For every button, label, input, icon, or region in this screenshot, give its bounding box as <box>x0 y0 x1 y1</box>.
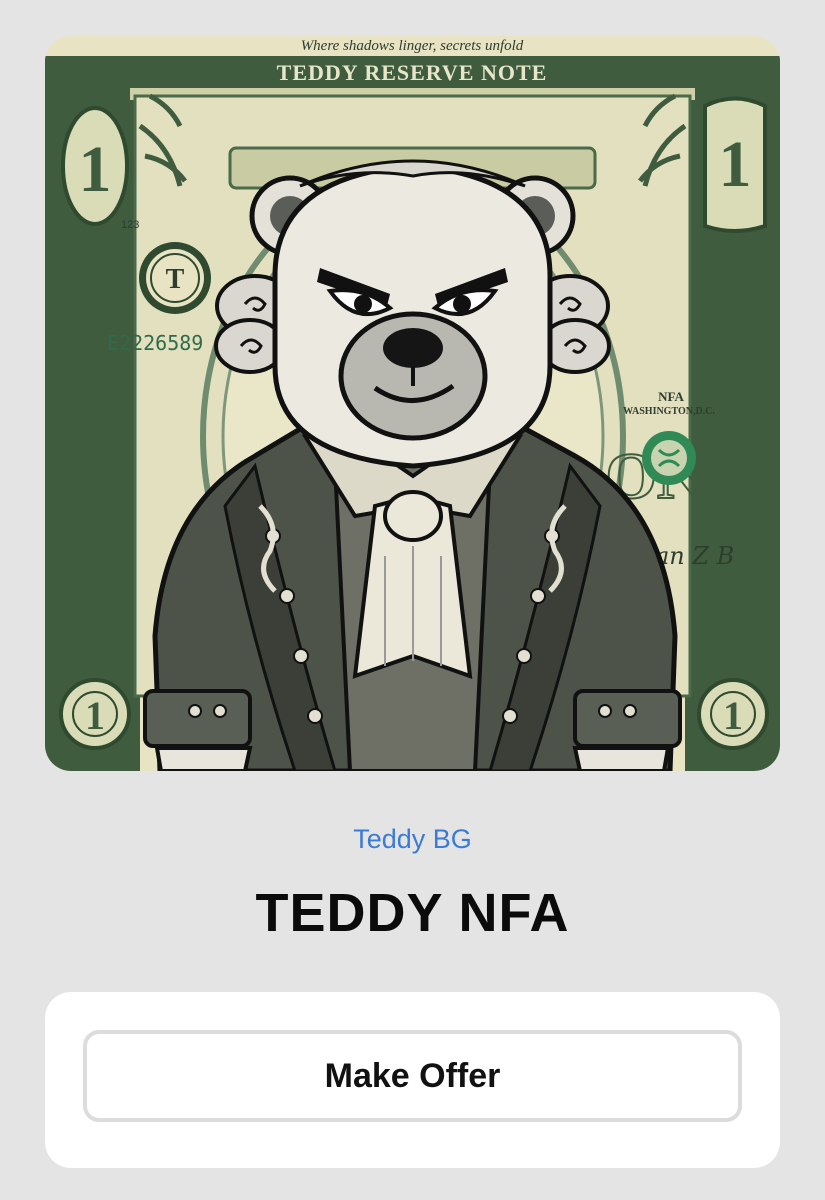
svg-text:1: 1 <box>85 693 105 738</box>
svg-text:1: 1 <box>723 693 743 738</box>
svg-text:1: 1 <box>79 133 112 206</box>
serial-number: E2226589 <box>107 331 203 355</box>
denomination-top-left: 1 <box>61 106 129 226</box>
dollar-bill-bear-illustration: Where shadows linger, secrets unfold TED… <box>45 36 780 771</box>
denomination-top-right: 1 <box>703 96 767 233</box>
seal-icon: T <box>139 242 211 314</box>
creator-link[interactable]: Teddy BG <box>0 822 825 856</box>
bill-banner: TEDDY RESERVE NOTE <box>277 60 548 85</box>
denomination-bottom-left: 1 <box>59 678 131 750</box>
svg-text:T: T <box>166 264 185 295</box>
denomination-bottom-right: 1 <box>697 678 769 750</box>
city-text: WASHINGTON,D.C. <box>623 406 715 417</box>
nft-title: TEDDY NFA <box>255 883 570 943</box>
issuer-text: NFA <box>658 389 684 404</box>
plate-number: 123 <box>121 219 139 231</box>
bill-motto: Where shadows linger, secrets unfold <box>301 38 524 54</box>
action-card: Make Offer <box>45 992 780 1168</box>
make-offer-button[interactable]: Make Offer <box>83 1030 742 1122</box>
green-seal-icon <box>642 431 696 485</box>
svg-text:1: 1 <box>719 128 752 201</box>
nft-artwork[interactable]: Where shadows linger, secrets unfold TED… <box>45 36 780 771</box>
